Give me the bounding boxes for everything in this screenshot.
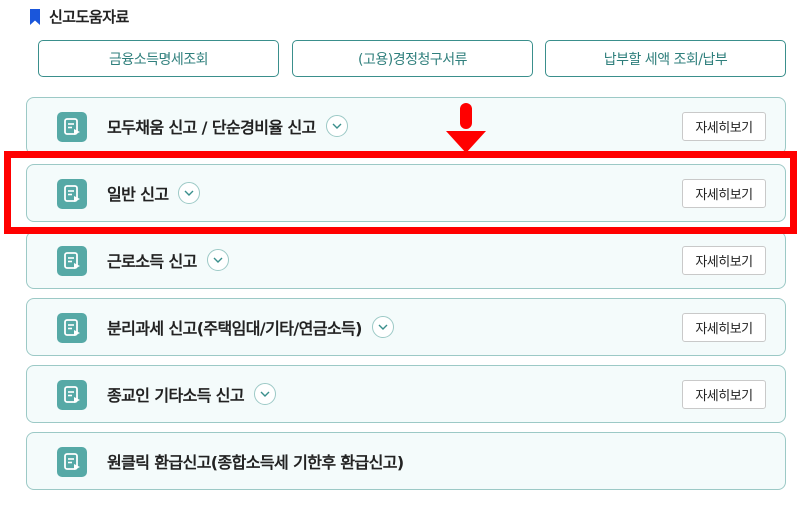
item-label: 모두채움 신고 / 단순경비율 신고 <box>107 118 316 137</box>
document-play-icon <box>57 246 87 276</box>
filing-item-earned-income[interactable]: 근로소득 신고 자세히보기 <box>26 231 786 289</box>
filing-item-general[interactable]: 일반 신고 자세히보기 <box>26 164 786 222</box>
detail-button[interactable]: 자세히보기 <box>682 313 766 342</box>
filing-item-one-click-refund[interactable]: 원클릭 환급신고(종합소득세 기한후 환급신고) <box>26 432 786 490</box>
filing-item-religious[interactable]: 종교인 기타소득 신고 자세히보기 <box>26 365 786 423</box>
item-label: 일반 신고 <box>107 185 169 204</box>
item-label-row: 분리과세 신고(주택임대/기타/연금소득) <box>107 315 394 339</box>
detail-button[interactable]: 자세히보기 <box>682 246 766 275</box>
bookmark-icon <box>30 8 40 25</box>
item-label-row: 모두채움 신고 / 단순경비율 신고 <box>107 114 348 138</box>
filing-item-simple-expense[interactable]: 모두채움 신고 / 단순경비율 신고 자세히보기 <box>26 97 786 155</box>
item-label-row: 원클릭 환급신고(종합소득세 기한후 환급신고) <box>107 449 404 473</box>
item-label: 원클릭 환급신고(종합소득세 기한후 환급신고) <box>107 453 404 472</box>
chevron-down-icon[interactable] <box>325 115 348 137</box>
detail-button[interactable]: 자세히보기 <box>682 112 766 141</box>
employment-correction-claim-button[interactable]: (고용)경정청구서류 <box>292 40 533 77</box>
chevron-down-icon[interactable] <box>254 383 277 405</box>
document-play-icon <box>57 447 87 477</box>
section-title: 신고도움자료 <box>49 8 129 26</box>
down-arrow-icon <box>446 101 486 153</box>
document-play-icon <box>57 313 87 343</box>
document-play-icon <box>57 380 87 410</box>
item-label-row: 근로소득 신고 <box>107 248 229 272</box>
document-play-icon <box>57 112 87 142</box>
tax-payment-inquiry-button[interactable]: 납부할 세액 조회/납부 <box>545 40 786 77</box>
item-label: 종교인 기타소득 신고 <box>107 386 245 405</box>
filing-item-separate-taxation[interactable]: 분리과세 신고(주택임대/기타/연금소득) 자세히보기 <box>26 298 786 356</box>
item-label: 분리과세 신고(주택임대/기타/연금소득) <box>107 319 362 338</box>
section-header: 신고도움자료 <box>29 6 129 27</box>
item-label: 근로소득 신고 <box>107 252 197 271</box>
financial-income-statement-button[interactable]: 금융소득명세조회 <box>38 40 279 77</box>
item-label-row: 종교인 기타소득 신고 <box>107 382 277 406</box>
detail-button[interactable]: 자세히보기 <box>682 179 766 208</box>
detail-button[interactable]: 자세히보기 <box>682 380 766 409</box>
chevron-down-icon[interactable] <box>371 316 394 338</box>
item-label-row: 일반 신고 <box>107 181 201 205</box>
chevron-down-icon[interactable] <box>206 249 229 271</box>
chevron-down-icon[interactable] <box>178 182 201 204</box>
document-play-icon <box>57 179 87 209</box>
